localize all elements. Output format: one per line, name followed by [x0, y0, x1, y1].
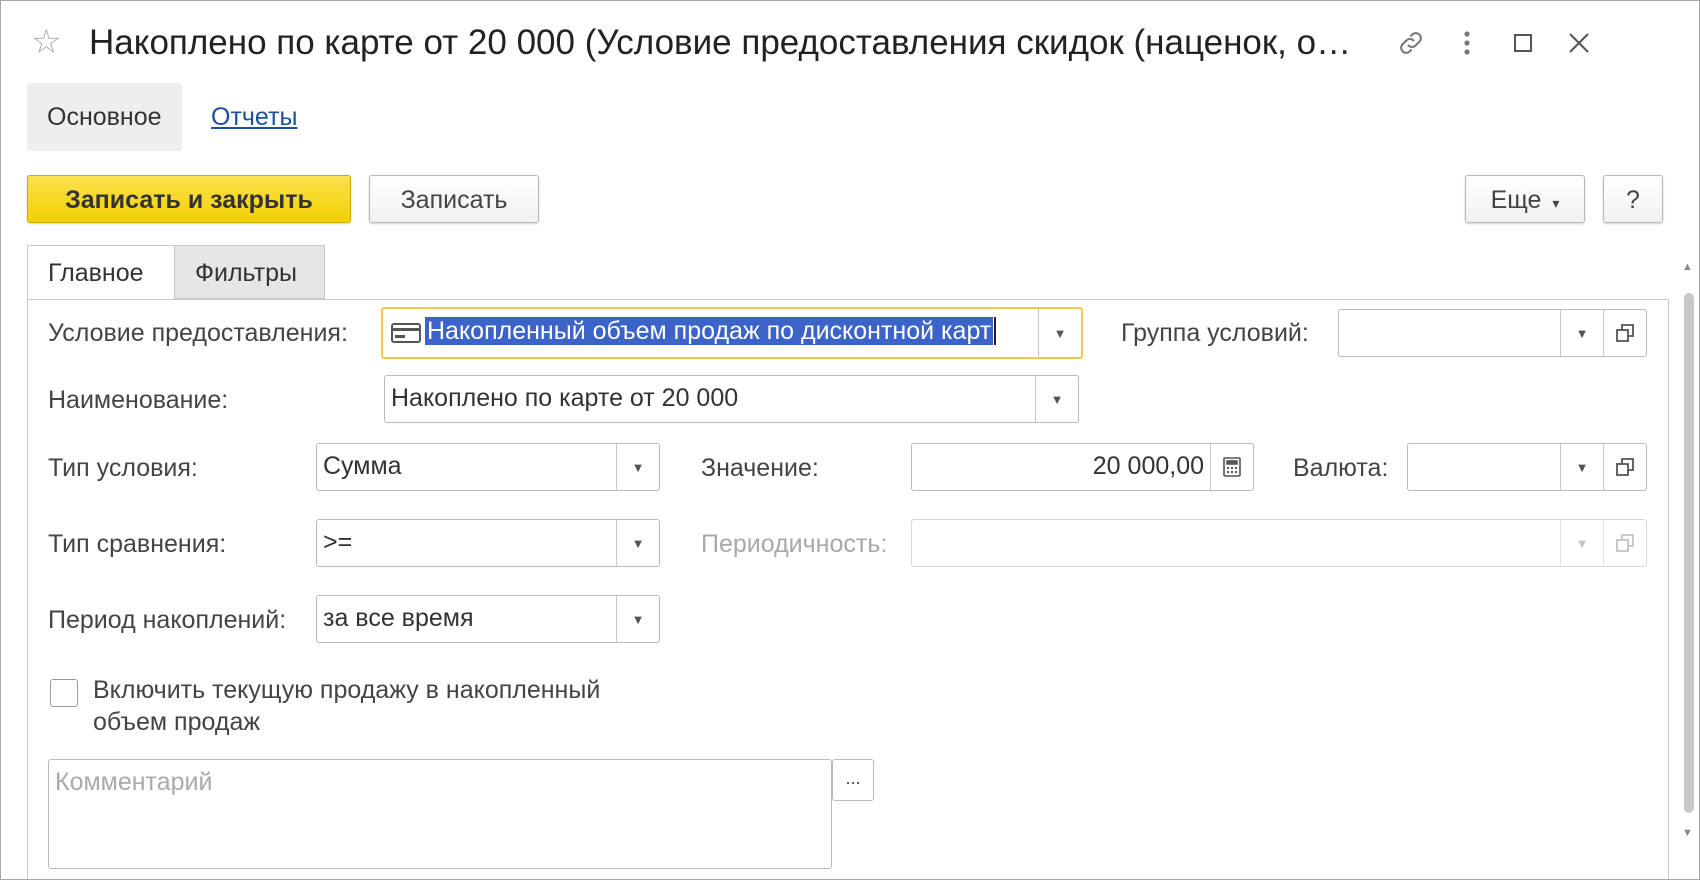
currency-dropdown-icon[interactable]: ▼: [1560, 444, 1603, 490]
comment-placeholder: Комментарий: [55, 768, 213, 796]
calculator-icon[interactable]: [1210, 444, 1253, 490]
maximize-icon[interactable]: [1503, 23, 1543, 63]
star-icon[interactable]: ☆: [31, 25, 61, 59]
comparison-type-dropdown-icon[interactable]: ▼: [616, 520, 659, 566]
comparison-type-label: Тип сравнения:: [48, 530, 227, 558]
chevron-down-icon: ▾: [1552, 195, 1560, 211]
tab-filters[interactable]: Фильтры: [174, 245, 325, 299]
name-field[interactable]: Накоплено по карте от 20 000 ▼: [384, 375, 1079, 423]
accumulation-period-field[interactable]: за все время ▼: [316, 595, 660, 643]
value-field[interactable]: 20 000,00: [911, 443, 1254, 491]
periodicity-dropdown-icon: ▼: [1560, 520, 1603, 566]
currency-value: [1408, 444, 1560, 490]
value-label: Значение:: [701, 454, 819, 482]
name-value: Накоплено по карте от 20 000: [391, 384, 739, 412]
window-title: Накоплено по карте от 20 000 (Условие пр…: [89, 23, 1352, 62]
scrollbar-thumb[interactable]: [1684, 293, 1694, 813]
scroll-down-icon[interactable]: ▼: [1682, 827, 1693, 839]
condition-label: Условие предоставления:: [48, 319, 348, 347]
name-dropdown-icon[interactable]: ▼: [1035, 376, 1078, 422]
comparison-type-value: >=: [323, 528, 353, 556]
form-window: ☆ Накоплено по карте от 20 000 (Условие …: [0, 0, 1700, 880]
condition-type-field[interactable]: Сумма ▼: [316, 443, 660, 491]
scroll-up-icon[interactable]: ▲: [1682, 261, 1693, 273]
condition-group-dropdown-icon[interactable]: ▼: [1560, 310, 1603, 356]
more-button[interactable]: Еще ▾: [1465, 175, 1585, 223]
condition-dropdown-icon[interactable]: ▼: [1038, 309, 1081, 357]
comparison-type-field[interactable]: >= ▼: [316, 519, 660, 567]
include-current-sale-label-line2[interactable]: объем продаж: [93, 707, 260, 737]
accumulation-period-value: за все время: [323, 604, 474, 632]
name-label: Наименование:: [48, 386, 229, 414]
accumulation-period-dropdown-icon[interactable]: ▼: [616, 596, 659, 642]
condition-field[interactable]: Накопленный объем продаж по дисконтной к…: [381, 307, 1083, 359]
condition-value: Накопленный объем продаж по дисконтной к…: [421, 309, 1038, 357]
section-reports-link[interactable]: Отчеты: [191, 83, 317, 151]
save-button[interactable]: Записать: [369, 175, 539, 223]
value-value: 20 000,00: [1092, 452, 1204, 480]
condition-type-value: Сумма: [323, 452, 402, 480]
accumulation-period-label: Период накоплений:: [48, 606, 287, 634]
currency-label: Валюта:: [1293, 454, 1389, 482]
condition-group-label: Группа условий:: [1121, 319, 1309, 347]
periodicity-label: Периодичность:: [701, 530, 888, 558]
condition-group-field[interactable]: ▼: [1338, 309, 1647, 357]
periodicity-field: ▼: [911, 519, 1647, 567]
tab-main[interactable]: Главное: [27, 245, 175, 299]
condition-group-value: [1339, 310, 1560, 356]
section-main[interactable]: Основное: [27, 83, 182, 151]
comment-field[interactable]: Комментарий: [48, 759, 832, 869]
condition-type-label: Тип условия:: [48, 454, 198, 482]
include-current-sale-label-line1[interactable]: Включить текущую продажу в накопленный: [93, 675, 600, 705]
help-button[interactable]: ?: [1603, 175, 1663, 223]
save-and-close-button[interactable]: Записать и закрыть: [27, 175, 351, 223]
link-icon[interactable]: [1391, 23, 1431, 63]
include-current-sale-checkbox[interactable]: [50, 679, 78, 707]
condition-type-dropdown-icon[interactable]: ▼: [616, 444, 659, 490]
more-vertical-icon[interactable]: [1447, 23, 1487, 63]
close-icon[interactable]: [1559, 23, 1599, 63]
condition-group-open-icon[interactable]: [1603, 310, 1646, 356]
card-icon: [383, 309, 421, 357]
currency-field[interactable]: ▼: [1407, 443, 1647, 491]
condition-selected-text: Накопленный объем продаж по дисконтной к…: [425, 317, 994, 345]
currency-open-icon[interactable]: [1603, 444, 1646, 490]
more-button-label: Еще: [1490, 186, 1542, 214]
periodicity-value: [912, 520, 1560, 566]
periodicity-open-icon: [1603, 520, 1646, 566]
comment-more-button[interactable]: ...: [832, 759, 874, 801]
